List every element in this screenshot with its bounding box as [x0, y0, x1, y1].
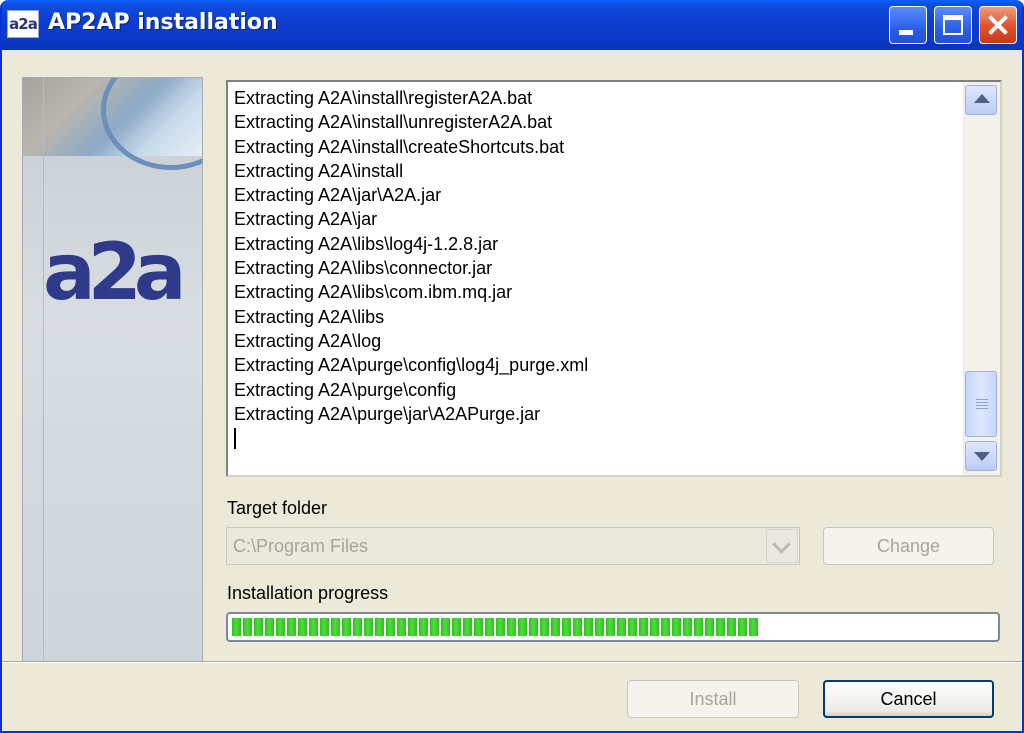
installation-progress-label: Installation progress — [227, 583, 389, 603]
cancel-button[interactable]: Cancel — [823, 680, 994, 718]
log-line: Extracting A2A\install\createShortcuts.b… — [234, 136, 565, 157]
arrow-down-icon — [974, 452, 990, 461]
log-line: Extracting A2A\libs\log4j-1.2.8.jar — [234, 233, 499, 254]
log-line: Extracting A2A\log — [234, 330, 382, 351]
install-button[interactable]: Install — [627, 680, 799, 718]
change-button[interactable]: Change — [823, 527, 994, 565]
footer-separator — [2, 661, 1022, 663]
a2a-logo: a2a — [43, 228, 187, 318]
target-folder-label: Target folder — [227, 498, 328, 518]
grip-icon — [976, 399, 988, 400]
maximize-icon — [943, 15, 963, 35]
maximize-button[interactable] — [934, 6, 972, 44]
log-scrollbar[interactable] — [963, 82, 1000, 475]
log-line: Extracting A2A\install — [234, 160, 404, 181]
chevron-down-icon — [772, 535, 791, 554]
text-caret — [234, 428, 236, 450]
target-folder-combo[interactable]: C:\Program Files — [226, 527, 800, 565]
scroll-thumb[interactable] — [965, 371, 997, 437]
extraction-log[interactable]: Extracting A2A\install\registerA2A.bat Ex… — [226, 80, 1002, 477]
log-line: Extracting A2A\purge\config — [234, 379, 457, 400]
log-line: Extracting A2A\libs\com.ibm.mq.jar — [234, 282, 513, 303]
log-line: Extracting A2A\install\registerA2A.bat — [234, 88, 533, 108]
target-folder-value: C:\Program Files — [233, 536, 369, 556]
window-title: AP2AP installation — [48, 10, 278, 35]
close-icon — [980, 7, 1016, 43]
scroll-up-button[interactable] — [965, 85, 997, 115]
installer-window: a2a AP2AP installation a2a Extracting A2… — [0, 0, 1024, 733]
log-line: Extracting A2A\install\unregisterA2A.bat — [234, 112, 553, 133]
folder-dropdown-button[interactable] — [766, 529, 798, 563]
log-line: Extracting A2A\libs\connector.jar — [234, 258, 493, 279]
scroll-down-button[interactable] — [965, 441, 997, 471]
log-lines: Extracting A2A\install\registerA2A.bat Ex… — [234, 86, 964, 450]
progress-fill — [232, 618, 758, 636]
minimize-icon — [899, 30, 913, 35]
arrow-up-icon — [974, 94, 990, 103]
title-bar[interactable]: a2a AP2AP installation — [2, 0, 1022, 50]
log-line: Extracting A2A\purge\jar\A2APurge.jar — [234, 403, 541, 424]
banner-image — [23, 78, 202, 170]
log-line: Extracting A2A\purge\config\log4j_purge.… — [234, 355, 589, 376]
log-line: Extracting A2A\libs — [234, 306, 385, 327]
installation-progress-bar — [226, 612, 1000, 642]
log-line: Extracting A2A\jar\A2A.jar — [234, 185, 442, 206]
app-icon[interactable]: a2a — [7, 10, 39, 38]
log-line: Extracting A2A\jar — [234, 209, 378, 230]
side-banner: a2a — [22, 77, 203, 662]
close-button[interactable] — [979, 6, 1017, 44]
minimize-button[interactable] — [889, 6, 927, 44]
